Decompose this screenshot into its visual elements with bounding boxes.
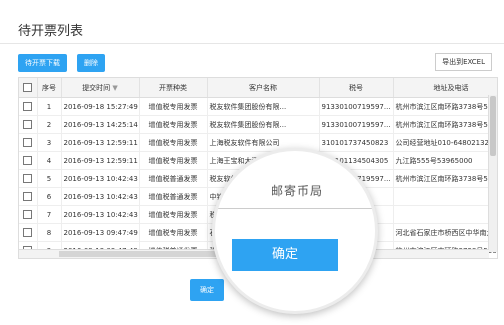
table-cell-type: 增值税普通发票 [139,169,208,188]
select-all-cell[interactable] [19,78,38,98]
table-cell-idx: 4 [37,151,62,170]
magnifier-callout: 邮寄币局 确定 [212,148,378,314]
table-cell-type: 增值税专用发票 [139,205,208,224]
table-cell-time: 2016-09-13 10:42:43 [61,205,140,224]
table-cell-type: 增值税专用发票 [139,133,208,152]
row-select-cell[interactable] [19,133,38,152]
row-checkbox[interactable] [23,138,33,147]
row-checkbox[interactable] [23,210,33,219]
table-row[interactable]: 2 2016-09-13 14:25:14 增值税专用发票 税友软件集团股份有限...… [19,115,497,134]
row-checkbox[interactable] [23,174,33,183]
row-select-cell[interactable] [19,115,38,134]
table-cell-time: 2016-09-18 15:27:49 [61,97,140,116]
magnified-divider [215,208,375,209]
table-cell-addr: 杭州市滨江区南环路3738号56688188 [393,169,497,188]
table-cell-idx: 8 [37,223,62,242]
table-cell-time: 2016-09-13 10:42:43 [61,169,140,188]
header-tax-id: 税号 [319,78,394,98]
table-cell-type: 增值税专用发票 [139,223,208,242]
table-cell-time: 2016-09-13 14:25:14 [61,115,140,134]
table-cell-time: 2016-09-13 09:47:49 [61,223,140,242]
table-cell-addr: 公司经营地址010-64802132 [393,133,497,152]
row-checkbox[interactable] [23,120,33,129]
table-cell-addr: 河北省石家庄市桥西区中华南大街462号(门前 [393,223,497,242]
table-cell-time: 2016-09-13 10:42:43 [61,187,140,206]
table-cell-type: 增值税专用发票 [139,115,208,134]
table-cell-time: 2016-09-13 12:59:11 [61,133,140,152]
header-address-phone: 地址及电话 [393,78,497,98]
table-cell-addr: 杭州市滨江区南环路3738号56688188 [393,97,497,116]
row-checkbox[interactable] [23,156,33,165]
table-cell-time: 2016-09-13 12:59:11 [61,151,140,170]
toolbar: 待开票下载 删除 [18,54,105,72]
table-cell-name: 税友软件集团股份有限... [207,115,320,134]
table-cell-type: 增值税普通发票 [139,187,208,206]
sort-icon[interactable]: ▼ [112,84,117,92]
row-checkbox[interactable] [23,102,33,111]
table-cell-addr [393,187,497,206]
table-cell-idx: 1 [37,97,62,116]
table-cell-addr: 杭州市滨江区南环路3738号56688188 [393,115,497,134]
table-cell-addr [393,205,497,224]
table-cell-idx: 7 [37,205,62,224]
page-title: 待开票列表 [18,24,84,39]
magnified-text: 邮寄币局 [271,184,324,198]
header-submit-time-label: 提交时间 [82,83,111,92]
header-invoice-type: 开票种类 [139,78,208,98]
header-submit-time[interactable]: 提交时间 ▼ [61,78,140,98]
table-cell-tax: 91330100719597... [319,115,394,134]
row-select-cell[interactable] [19,151,38,170]
row-select-cell[interactable] [19,97,38,116]
header-customer-name: 客户名称 [207,78,320,98]
delete-button[interactable]: 删除 [77,54,105,72]
table-row[interactable]: 3 2016-09-13 12:59:11 增值税专用发票 上海税友软件有限公司 310… [19,133,497,152]
row-checkbox[interactable] [23,228,33,237]
table-cell-idx: 2 [37,115,62,134]
magnified-confirm-button[interactable]: 确定 [232,239,338,271]
export-excel-button[interactable]: 导出到EXCEL [435,53,492,71]
row-select-cell[interactable] [19,187,38,206]
table-header-row: 序号 提交时间 ▼ 开票种类 客户名称 税号 地址及电话 [19,78,497,98]
row-checkbox[interactable] [23,192,33,201]
issue-download-button[interactable]: 待开票下载 [18,54,67,72]
table-cell-tax: 310101737450823 [319,133,394,152]
select-all-checkbox[interactable] [23,83,33,92]
row-select-cell[interactable] [19,205,38,224]
table-cell-addr: 九江路555号53965000 [393,151,497,170]
table-row[interactable]: 1 2016-09-18 15:27:49 增值税专用发票 税友软件集团股份有限...… [19,97,497,116]
table-cell-type: 增值税专用发票 [139,97,208,116]
vertical-scroll-thumb[interactable] [490,96,496,156]
row-select-cell[interactable] [19,169,38,188]
table-cell-tax: 91330100719597... [319,97,394,116]
title-divider [0,43,504,44]
table-cell-name: 税友软件集团股份有限... [207,97,320,116]
table-cell-type: 增值税专用发票 [139,151,208,170]
row-select-cell[interactable] [19,223,38,242]
table-cell-idx: 6 [37,187,62,206]
table-cell-idx: 3 [37,133,62,152]
confirm-button[interactable]: 确定 [190,279,224,301]
header-index: 序号 [37,78,62,98]
table-cell-idx: 5 [37,169,62,188]
